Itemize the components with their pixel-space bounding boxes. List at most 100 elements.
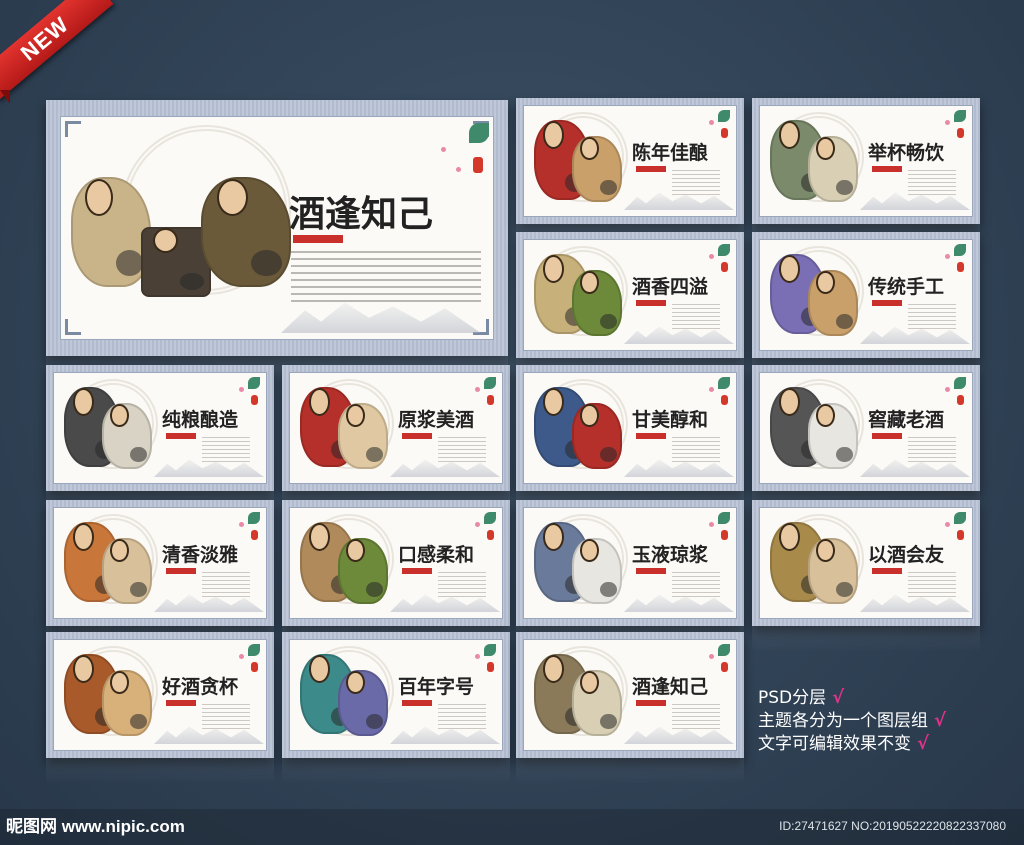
board-title: 传统手工 xyxy=(868,276,945,298)
red-seal xyxy=(166,700,196,706)
red-seal xyxy=(872,568,902,574)
figure-illustration xyxy=(338,538,388,604)
board-card[interactable]: 原浆美酒 xyxy=(282,365,510,517)
lantern-decoration xyxy=(251,662,258,672)
feature-text: PSD分层 xyxy=(758,688,827,708)
leaf-decoration xyxy=(718,512,730,524)
board-panel: 甘美醇和 xyxy=(523,372,737,484)
red-seal xyxy=(402,568,432,574)
board-panel: 陈年佳酿 xyxy=(523,105,737,217)
lantern-decoration xyxy=(721,395,728,405)
corner-ornament xyxy=(65,319,81,335)
board-card[interactable]: 以酒会友 xyxy=(752,500,980,652)
board-panel: 百年字号 xyxy=(289,639,503,751)
main-board-panel: 酒逢知己 xyxy=(60,116,494,340)
red-seal xyxy=(872,433,902,439)
drinker-figure-left xyxy=(71,177,151,287)
blossom-decoration xyxy=(475,387,480,392)
lantern-decoration xyxy=(957,262,964,272)
board-panel: 以酒会友 xyxy=(759,507,973,619)
board-title: 陈年佳酿 xyxy=(632,142,709,164)
red-seal xyxy=(636,300,666,306)
check-icon: √ xyxy=(934,710,947,731)
board-panel: 原浆美酒 xyxy=(289,372,503,484)
lantern-decoration xyxy=(251,395,258,405)
board-title: 窖藏老酒 xyxy=(868,409,945,431)
board-panel: 酒香四溢 xyxy=(523,239,737,351)
figure-illustration xyxy=(808,538,858,604)
body-text-block xyxy=(202,704,250,730)
figure-illustration xyxy=(572,403,622,469)
body-text-block xyxy=(438,437,486,463)
lantern-decoration xyxy=(721,662,728,672)
leaf-decoration xyxy=(718,644,730,656)
blossom-decoration xyxy=(945,522,950,527)
board-panel: 清香淡雅 xyxy=(53,507,267,619)
blossom-decoration xyxy=(709,120,714,125)
main-board[interactable]: 酒逢知己 xyxy=(46,100,508,382)
body-text-block xyxy=(202,572,250,598)
board-card[interactable]: 口感柔和 xyxy=(282,500,510,652)
lantern-decoration xyxy=(473,157,483,173)
body-text-block xyxy=(202,437,250,463)
red-seal xyxy=(402,433,432,439)
image-id: ID:27471627 NO:20190522220822337080 xyxy=(779,819,1006,833)
lantern-decoration xyxy=(721,128,728,138)
red-seal xyxy=(636,433,666,439)
leaf-decoration xyxy=(954,512,966,524)
board-card[interactable]: 窖藏老酒 xyxy=(752,365,980,517)
leaf-decoration xyxy=(484,512,496,524)
red-seal xyxy=(402,700,432,706)
blossom-decoration xyxy=(239,387,244,392)
red-seal xyxy=(872,166,902,172)
board-card[interactable]: 举杯畅饮 xyxy=(752,98,980,250)
red-seal xyxy=(166,568,196,574)
check-icon: √ xyxy=(917,733,930,754)
lantern-decoration xyxy=(721,530,728,540)
board-title: 甘美醇和 xyxy=(632,409,709,431)
board-panel: 纯粮酿造 xyxy=(53,372,267,484)
feature-text: 文字可编辑效果不变 xyxy=(758,734,911,754)
board-card[interactable]: 酒香四溢 xyxy=(516,232,744,384)
body-text-block xyxy=(672,304,720,330)
leaf-decoration xyxy=(484,377,496,389)
body-text-block xyxy=(672,437,720,463)
blossom-decoration xyxy=(441,147,446,152)
new-badge: NEW xyxy=(0,0,114,101)
board-title: 举杯畅饮 xyxy=(868,142,945,164)
board-card[interactable]: 传统手工 xyxy=(752,232,980,384)
board-title: 原浆美酒 xyxy=(398,409,475,431)
board-title: 酒香四溢 xyxy=(632,276,709,298)
board-card[interactable]: 陈年佳酿 xyxy=(516,98,744,250)
leaf-decoration xyxy=(718,377,730,389)
leaf-decoration xyxy=(954,244,966,256)
board-card[interactable]: 甘美醇和 xyxy=(516,365,744,517)
board-card[interactable]: 纯粮酿造 xyxy=(46,365,274,517)
body-text-block xyxy=(438,572,486,598)
body-text-block xyxy=(908,572,956,598)
lantern-decoration xyxy=(957,395,964,405)
board-card[interactable]: 玉液琼浆 xyxy=(516,500,744,652)
board-card[interactable]: 百年字号 xyxy=(282,632,510,784)
board-card[interactable]: 清香淡雅 xyxy=(46,500,274,652)
body-text-block xyxy=(672,572,720,598)
blossom-decoration xyxy=(456,167,461,172)
red-seal xyxy=(636,568,666,574)
board-title: 酒逢知己 xyxy=(632,676,709,698)
board-panel: 口感柔和 xyxy=(289,507,503,619)
red-seal xyxy=(872,300,902,306)
figure-illustration xyxy=(572,670,622,736)
ribbon-fold xyxy=(0,90,10,104)
board-panel: 举杯畅饮 xyxy=(759,105,973,217)
body-text-block xyxy=(291,251,481,307)
figure-illustration xyxy=(808,136,858,202)
figure-illustration xyxy=(572,136,622,202)
corner-ornament xyxy=(65,121,81,137)
blossom-decoration xyxy=(475,654,480,659)
board-title: 以酒会友 xyxy=(868,544,945,566)
board-card[interactable]: 酒逢知己 xyxy=(516,632,744,784)
board-title: 口感柔和 xyxy=(398,544,475,566)
board-card[interactable]: 好酒贪杯 xyxy=(46,632,274,784)
leaf-decoration xyxy=(248,644,260,656)
site-watermark[interactable]: 昵图网 www.nipic.com xyxy=(6,812,185,837)
